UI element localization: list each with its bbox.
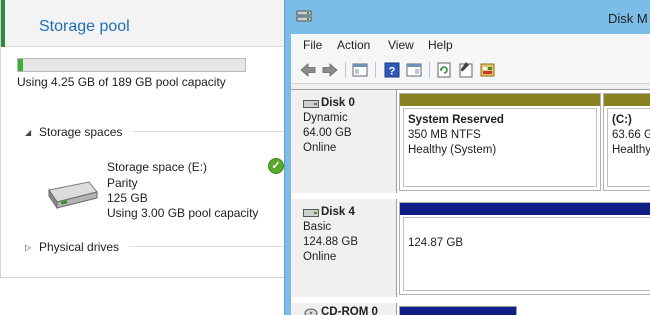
partition-inner: (C:) 63.66 GB Healthy <box>607 108 650 187</box>
disk-type: Dynamic <box>303 112 348 124</box>
partition-block[interactable] <box>399 306 517 315</box>
dynamic-volume-band <box>400 94 600 106</box>
menu-file[interactable]: File <box>303 38 322 52</box>
disk-name-line: Disk 4 <box>303 205 396 220</box>
disk-status: Online <box>303 251 337 263</box>
disk-label[interactable]: Disk 4 Basic 124.88 GB Online <box>291 199 397 297</box>
physical-drives-heading: Physical drives <box>39 240 120 254</box>
menu-action[interactable]: Action <box>337 38 370 52</box>
disk-size: 64.00 GB <box>303 127 352 139</box>
storage-pool-title: Storage pool <box>39 18 130 35</box>
disk-row: Disk 4 Basic 124.88 GB Online 124.87 GB <box>291 199 650 297</box>
partition-detail: 124.87 GB <box>408 237 463 249</box>
panel-icon[interactable] <box>405 61 423 79</box>
expand-triangle-icon: ◢ <box>25 128 32 137</box>
storage-drive-icon <box>48 181 98 210</box>
partition-block[interactable]: 124.87 GB <box>399 202 650 295</box>
toolbar-separator <box>429 62 430 78</box>
disk-row: CD-ROM 0 <box>291 303 650 315</box>
partition-inner: 124.87 GB <box>403 217 650 291</box>
disk-icon <box>303 99 319 108</box>
disk-label[interactable]: Disk 0 Dynamic 64.00 GB Online <box>291 90 397 193</box>
basic-volume-band <box>400 203 650 215</box>
partition-block[interactable]: System Reserved 350 MB NTFS Healthy (Sys… <box>399 93 601 191</box>
menu-help[interactable]: Help <box>428 38 453 52</box>
svg-text:?: ? <box>389 66 396 78</box>
storage-spaces-section-toggle[interactable]: ◢ Storage spaces <box>25 125 122 139</box>
disk-name: CD-ROM 0 <box>321 306 378 315</box>
basic-volume-band <box>400 307 516 315</box>
disk-management-window: Disk M File Action View Help ? Disk 0 Dy… <box>284 0 650 315</box>
disk-size: 124.88 GB <box>303 236 358 248</box>
partition-health: Healthy (System) <box>408 144 497 156</box>
section-divider <box>133 131 301 132</box>
storage-space-resiliency: Parity <box>107 176 138 190</box>
disk-management-client: File Action View Help ? Disk 0 Dynamic 6… <box>291 34 650 315</box>
toolbar-separator <box>375 62 376 78</box>
pool-capacity-bar <box>17 58 246 72</box>
partition-inner: System Reserved 350 MB NTFS Healthy (Sys… <box>403 108 597 187</box>
storage-spaces-heading: Storage spaces <box>39 125 123 139</box>
rescan-icon[interactable] <box>479 61 497 79</box>
physical-drives-section-toggle[interactable]: ▷ Physical drives <box>25 240 119 254</box>
partition-name: (C:) <box>612 114 632 126</box>
window-title: Disk M <box>608 11 648 26</box>
forward-arrow-icon[interactable] <box>321 61 339 79</box>
disk-name: Disk 4 <box>321 206 355 218</box>
check-circle-icon: ✓ <box>268 158 284 174</box>
partition-block[interactable]: (C:) 63.66 GB Healthy <box>603 93 650 191</box>
disk-label[interactable]: CD-ROM 0 <box>291 303 397 315</box>
disk-name: Disk 0 <box>321 97 355 109</box>
window-titlebar[interactable]: Disk M <box>285 0 650 34</box>
refresh-icon[interactable] <box>435 61 453 79</box>
menu-view[interactable]: View <box>388 38 414 52</box>
back-arrow-icon[interactable] <box>299 61 317 79</box>
cd-drive-icon <box>304 308 318 315</box>
toolbar: ? <box>291 56 650 84</box>
partition-detail: 63.66 GB <box>612 129 650 141</box>
section-divider <box>129 246 301 247</box>
partition-detail: 350 MB NTFS <box>408 129 481 141</box>
storage-pool-panel: Storage pool Using 4.25 GB of 189 GB poo… <box>0 0 301 278</box>
pool-capacity-bar-fill <box>18 59 24 71</box>
partition-health: Healthy <box>612 144 650 156</box>
storage-pool-accent-bar <box>1 0 5 47</box>
disk-row: Disk 0 Dynamic 64.00 GB Online System Re… <box>291 90 650 193</box>
disk-management-app-icon[interactable] <box>296 9 312 23</box>
partition-name: System Reserved <box>408 114 504 126</box>
toolbar-separator <box>345 62 346 78</box>
disk-icon <box>303 208 319 217</box>
storage-space-usage: Using 3.00 GB pool capacity <box>107 206 259 220</box>
disk-name-line: CD-ROM 0 <box>303 305 396 315</box>
dynamic-volume-band <box>604 94 650 106</box>
help-icon[interactable]: ? <box>383 61 401 79</box>
disk-type: Basic <box>303 221 332 233</box>
properties-icon[interactable] <box>457 61 475 79</box>
collapse-triangle-icon: ▷ <box>25 243 32 252</box>
pool-usage-text: Using 4.25 GB of 189 GB pool capacity <box>17 75 226 89</box>
storage-space-size: 125 GB <box>107 191 148 205</box>
disk-name-line: Disk 0 <box>303 96 396 111</box>
disk-graphical-view: Disk 0 Dynamic 64.00 GB Online System Re… <box>291 89 650 315</box>
console-tree-icon[interactable] <box>351 61 369 79</box>
storage-space-name[interactable]: Storage space (E:) <box>107 160 207 174</box>
disk-status: Online <box>303 142 337 154</box>
menu-bar: File Action View Help <box>291 34 650 56</box>
